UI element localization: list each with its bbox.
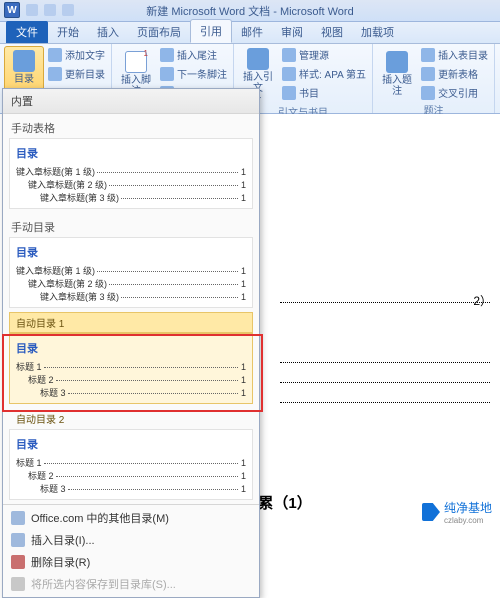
qat-undo-icon[interactable] <box>44 4 56 16</box>
citation-style-button[interactable]: 样式: APA 第五 <box>280 65 368 82</box>
next-footnote-icon <box>160 67 174 81</box>
dd-label-manual-table: 手动表格 <box>3 114 259 138</box>
tab-home[interactable]: 开始 <box>48 21 88 43</box>
manage-sources-button[interactable]: 管理源 <box>280 46 368 63</box>
window-title: 新建 Microsoft Word 文档 - Microsoft Word <box>146 3 353 19</box>
preview-title: 目录 <box>16 145 246 161</box>
qat-redo-icon[interactable] <box>62 4 74 16</box>
save-gallery-icon <box>11 577 25 591</box>
update-toc-icon <box>48 67 62 81</box>
ribbon-tabs: 文件 开始 插入 页面布局 引用 邮件 审阅 视图 加载项 <box>0 22 500 44</box>
watermark-brand: 纯净基地 czlaby.com <box>422 499 492 525</box>
tab-review[interactable]: 审阅 <box>272 21 312 43</box>
dd-label-manual-toc: 手动目录 <box>3 213 259 237</box>
insert-toc-icon <box>11 533 25 547</box>
office-icon <box>11 511 25 525</box>
dd-footer: Office.com 中的其他目录(M) 插入目录(I)... 删除目录(R) … <box>3 504 259 597</box>
doc-toc-line <box>280 302 490 303</box>
toc-option-auto-2[interactable]: 目录 标题 11 标题 21 标题 31 <box>9 429 253 500</box>
toc-option-manual-table[interactable]: 目录 键入章标题(第 1 级)1 键入章标题(第 2 级)1 键入章标题(第 3… <box>9 138 253 209</box>
group-caption: 插入题注 插入表目录 更新表格 交叉引用 题注 <box>373 44 495 113</box>
caption-icon <box>386 51 408 73</box>
brand-logo-icon <box>422 503 440 521</box>
doc-toc-line <box>280 402 490 403</box>
tab-references[interactable]: 引用 <box>190 19 232 43</box>
insert-figures-button[interactable]: 插入表目录 <box>419 46 490 63</box>
footnote-icon: 1 <box>125 51 147 73</box>
tab-mail[interactable]: 邮件 <box>232 21 272 43</box>
remove-toc-icon <box>11 555 25 569</box>
endnote-icon <box>160 48 174 62</box>
update-table-icon <box>421 67 435 81</box>
group-index: 标记索引项 插入索引 更新索引 索引 <box>495 44 500 113</box>
tab-file[interactable]: 文件 <box>6 21 48 43</box>
preview-title: 目录 <box>16 340 246 356</box>
toc-gallery-dropdown: 内置 手动表格 目录 键入章标题(第 1 级)1 键入章标题(第 2 级)1 键… <box>2 88 260 598</box>
save-to-gallery-button: 将所选内容保存到目录库(S)... <box>3 573 259 595</box>
brand-url: czlaby.com <box>444 516 492 525</box>
next-footnote-button[interactable]: 下一条脚注 <box>158 65 229 82</box>
toc-option-auto-1[interactable]: 目录 标题 11 标题 21 标题 31 <box>9 333 253 404</box>
tab-insert[interactable]: 插入 <box>88 21 128 43</box>
title-bar: W 新建 Microsoft Word 文档 - Microsoft Word <box>0 0 500 22</box>
insert-endnote-button[interactable]: 插入尾注 <box>158 46 229 63</box>
dd-label-auto-toc-1: 自动目录 1 <box>9 312 253 333</box>
add-text-icon <box>48 48 62 62</box>
citation-icon <box>247 48 269 70</box>
insert-caption-button[interactable]: 插入题注 <box>377 46 417 101</box>
bibliography-button[interactable]: 书目 <box>280 84 368 101</box>
style-icon <box>282 67 296 81</box>
tab-layout[interactable]: 页面布局 <box>128 21 190 43</box>
biblio-icon <box>282 86 296 100</box>
remove-toc-button[interactable]: 删除目录(R) <box>3 551 259 573</box>
insert-toc-dialog-button[interactable]: 插入目录(I)... <box>3 529 259 551</box>
dd-label-auto-toc-2: 自动目录 2 <box>9 408 253 429</box>
doc-toc-line <box>280 382 490 383</box>
qat-save-icon[interactable] <box>26 4 38 16</box>
update-toc-button[interactable]: 更新目录 <box>46 65 107 82</box>
preview-title: 目录 <box>16 244 246 260</box>
doc-toc-line <box>280 362 490 363</box>
toc-button-label: 目录 <box>14 74 34 85</box>
add-text-button[interactable]: 添加文字 <box>46 46 107 63</box>
figures-icon <box>421 48 435 62</box>
brand-name: 纯净基地 <box>444 501 492 515</box>
quick-access-toolbar[interactable] <box>26 4 74 16</box>
insert-caption-label: 插入题注 <box>379 75 415 97</box>
crossref-icon <box>421 86 435 100</box>
preview-title: 目录 <box>16 436 246 452</box>
dd-header-builtin: 内置 <box>3 89 259 114</box>
toc-option-manual-toc[interactable]: 目录 键入章标题(第 1 级)1 键入章标题(第 2 级)1 键入章标题(第 3… <box>9 237 253 308</box>
tab-view[interactable]: 视图 <box>312 21 352 43</box>
cross-reference-button[interactable]: 交叉引用 <box>419 84 490 101</box>
more-toc-office-button[interactable]: Office.com 中的其他目录(M) <box>3 507 259 529</box>
word-app-icon: W <box>4 2 20 18</box>
toc-icon <box>13 50 35 72</box>
manage-sources-icon <box>282 48 296 62</box>
update-table-button[interactable]: 更新表格 <box>419 65 490 82</box>
tab-addins[interactable]: 加载项 <box>352 21 403 43</box>
